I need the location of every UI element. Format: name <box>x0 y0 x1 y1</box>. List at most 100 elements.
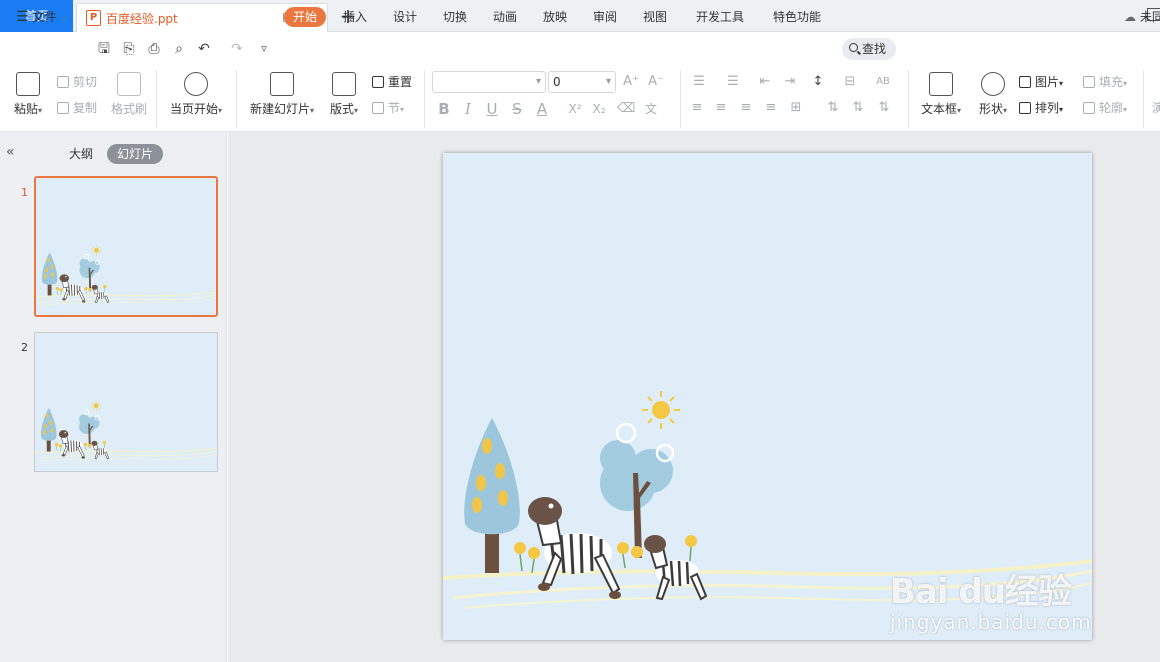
menu-insert[interactable]: 插入 <box>343 0 367 34</box>
fill-label: 填充 <box>1099 75 1124 89</box>
align-center-icon[interactable]: ≡ <box>710 98 732 118</box>
slide-number: 1 <box>21 186 28 199</box>
section-button[interactable]: 节▾ <box>372 98 404 118</box>
menu-view[interactable]: 视图 <box>643 0 667 34</box>
paste-icon <box>16 72 40 96</box>
subscript-icon[interactable]: X₂ <box>590 98 608 120</box>
fill-button[interactable]: 填充▾ <box>1083 72 1127 92</box>
divider <box>236 70 237 128</box>
save-icon[interactable]: 🖫 <box>96 41 112 57</box>
menu-transition[interactable]: 切换 <box>443 0 467 34</box>
scissors-icon <box>57 76 69 88</box>
new-slide-button[interactable]: 新建幻灯片▾ <box>246 66 318 132</box>
menu-review[interactable]: 审阅 <box>593 0 617 34</box>
menu-slideshow[interactable]: 放映 <box>543 0 567 34</box>
text-direction-icon[interactable]: ↕ <box>807 72 829 92</box>
italic-icon[interactable]: I <box>459 98 477 120</box>
fill-bucket-icon <box>1083 76 1095 88</box>
bold-icon[interactable]: B <box>435 98 453 120</box>
hamburger-icon: ☰ <box>16 9 29 25</box>
print-icon[interactable]: ⎙ <box>146 41 162 57</box>
align-right-icon[interactable]: ≡ <box>735 98 757 118</box>
increase-font-icon[interactable]: A⁺ <box>620 72 642 92</box>
new-slide-label: 新建幻灯片 <box>249 102 310 116</box>
columns-icon[interactable]: ⇅ <box>873 98 895 118</box>
distribute-icon[interactable]: ⊞ <box>785 98 807 118</box>
copy-icon <box>57 102 69 114</box>
picture-icon <box>1019 76 1031 88</box>
slide-thumbnail-2[interactable] <box>34 332 218 472</box>
slide-thumbnail-art <box>35 333 217 471</box>
numbered-list-icon[interactable]: ☰ <box>722 72 744 92</box>
eraser-icon[interactable]: ⌫ <box>617 98 635 120</box>
cloud-icon: ☁ <box>1124 10 1136 24</box>
increase-indent-icon[interactable]: ⇥ <box>779 72 801 92</box>
slide-panel: « 大纲 幻灯片 1 2 <box>0 132 227 662</box>
play-current-label: 当页开始 <box>169 102 218 116</box>
cut-button[interactable]: 剪切 <box>57 72 97 92</box>
text-effects-icon[interactable]: AB <box>872 72 894 92</box>
reset-icon <box>372 76 384 88</box>
format-painter-button[interactable]: 格式刷 <box>108 66 150 132</box>
copy-label: 复制 <box>73 101 98 115</box>
baidu-watermark: Bai du经验 jingyan.baidu.com <box>890 540 1100 640</box>
play-current-button[interactable]: 当页开始▾ <box>166 66 226 132</box>
text-box-button[interactable]: 文本框▾ <box>917 66 965 132</box>
line-spacing-icon[interactable]: ⇅ <box>822 98 844 118</box>
font-color-icon[interactable]: A <box>533 98 551 120</box>
align-text-icon[interactable]: ⊟ <box>839 72 861 92</box>
menu-animation[interactable]: 动画 <box>493 0 517 34</box>
superscript-icon[interactable]: X² <box>566 98 584 120</box>
menu-start[interactable]: 开始 <box>284 7 327 27</box>
reset-button[interactable]: 重置 <box>372 72 412 92</box>
play-icon <box>184 72 208 96</box>
menu-developer[interactable]: 开发工具 <box>696 0 744 34</box>
outline-label: 轮廓 <box>1099 101 1124 115</box>
collapse-panel-icon[interactable]: « <box>6 144 15 160</box>
print-preview-icon[interactable]: ⌕ <box>171 41 187 57</box>
underline-icon[interactable]: U <box>483 98 501 120</box>
export-pdf-icon[interactable]: ⎘ <box>121 41 137 57</box>
font-size-select[interactable]: 0 <box>548 71 616 93</box>
paragraph-spacing-icon[interactable]: ⇅ <box>847 98 869 118</box>
divider <box>156 70 157 128</box>
search-button[interactable]: 查找 <box>842 38 896 60</box>
font-name-select[interactable] <box>432 71 546 93</box>
paste-button[interactable]: 粘贴▾ <box>10 66 46 132</box>
redo-icon[interactable]: ↷ <box>229 41 245 57</box>
menu-special[interactable]: 特色功能 <box>773 0 821 34</box>
tab-outline[interactable]: 大纲 <box>69 144 93 164</box>
cloud-sync-label: 未同 <box>1139 10 1160 24</box>
align-left-icon[interactable]: ≡ <box>686 98 708 118</box>
ribbon-overflow-label: 演 <box>1152 101 1160 115</box>
brush-icon <box>117 72 141 96</box>
document-title: 百度经验.ppt <box>106 12 178 26</box>
arrange-button[interactable]: 排列▾ <box>1019 98 1063 118</box>
divider <box>908 70 909 128</box>
decrease-indent-icon[interactable]: ⇤ <box>754 72 776 92</box>
file-menu[interactable]: ☰ 文件 ⌵ <box>16 0 68 34</box>
tab-slides[interactable]: 幻灯片 <box>107 144 164 164</box>
picture-label: 图片 <box>1035 75 1060 89</box>
divider <box>424 70 425 128</box>
section-label: 节 <box>388 101 401 115</box>
ribbon: 粘贴▾ 剪切 复制 格式刷 当页开始▾ 新建幻灯片▾ 版式▾ 重置 节▾ 0 A… <box>0 66 1160 132</box>
customize-toolbar-icon[interactable]: ▿ <box>256 41 272 57</box>
copy-button[interactable]: 复制 <box>57 98 97 118</box>
cloud-sync-status[interactable]: ☁ 未同 <box>1124 0 1160 34</box>
decrease-font-icon[interactable]: A⁻ <box>645 72 667 92</box>
picture-button[interactable]: 图片▾ <box>1019 72 1063 92</box>
undo-icon[interactable]: ↶ <box>196 41 212 57</box>
outline-button[interactable]: 轮廓▾ <box>1083 98 1127 118</box>
menu-design[interactable]: 设计 <box>393 0 417 34</box>
paste-label: 粘贴 <box>13 102 38 116</box>
slide-number: 2 <box>21 341 28 354</box>
layout-button[interactable]: 版式▾ <box>327 66 361 132</box>
slide-thumbnail-1[interactable] <box>34 176 218 317</box>
bullet-list-icon[interactable]: ☰ <box>688 72 710 92</box>
shape-button[interactable]: 形状▾ <box>973 66 1013 132</box>
justify-icon[interactable]: ≡ <box>760 98 782 118</box>
strikethrough-icon[interactable]: S <box>508 98 526 120</box>
text-box-label: 文本框 <box>920 102 957 116</box>
phonetic-guide-icon[interactable]: 文 <box>642 98 660 120</box>
